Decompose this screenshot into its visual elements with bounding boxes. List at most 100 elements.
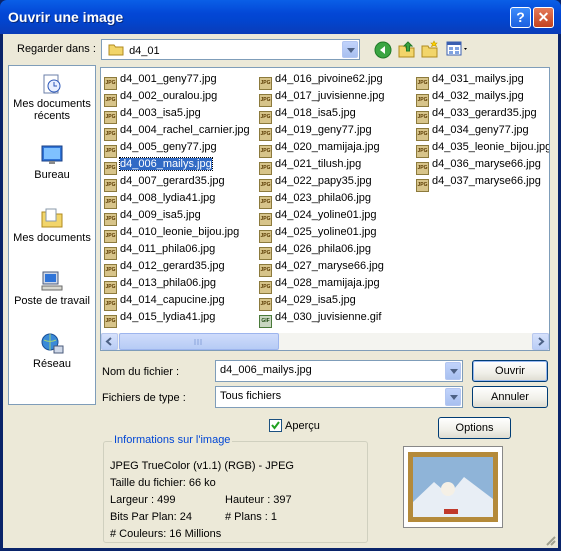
options-button[interactable]: Options <box>438 417 511 439</box>
file-item[interactable]: JPG d4_020_mamijaja.jpg <box>259 139 380 158</box>
filename-input[interactable]: d4_006_mailys.jpg <box>215 360 463 382</box>
file-item[interactable]: JPG d4_027_maryse66.jpg <box>259 258 384 277</box>
file-item[interactable]: JPG d4_014_capucine.jpg <box>104 292 225 311</box>
place-label: Mes documents récents <box>13 98 91 122</box>
file-name: d4_007_gerard35.jpg <box>120 175 225 187</box>
cancel-button[interactable]: Annuler <box>472 386 548 408</box>
place-recent-documents[interactable]: Mes documents récents <box>9 72 95 122</box>
file-item[interactable]: JPG d4_013_phila06.jpg <box>104 275 216 294</box>
place-my-documents[interactable]: Mes documents <box>9 206 95 244</box>
my-computer-icon <box>41 271 63 291</box>
file-item[interactable]: JPG d4_025_yoline01.jpg <box>259 224 377 243</box>
title-bar[interactable]: Ouvrir une image ? ✕ <box>0 0 561 34</box>
file-name: d4_005_geny77.jpg <box>120 141 217 153</box>
file-item[interactable]: JPG d4_019_geny77.jpg <box>259 122 372 141</box>
new-folder-icon[interactable] <box>421 40 439 58</box>
file-item[interactable]: JPG d4_021_tilush.jpg <box>259 156 362 175</box>
file-item[interactable]: JPG d4_007_gerard35.jpg <box>104 173 225 192</box>
up-folder-icon[interactable] <box>398 40 416 58</box>
back-arrow-icon[interactable] <box>374 41 392 59</box>
file-item[interactable]: JPG d4_026_phila06.jpg <box>259 241 371 260</box>
network-icon <box>41 333 64 354</box>
file-name: d4_021_tilush.jpg <box>275 158 362 170</box>
file-item[interactable]: JPG d4_010_leonie_bijou.jpg <box>104 224 239 243</box>
file-item[interactable]: JPG d4_001_geny77.jpg <box>104 71 217 90</box>
file-name: d4_030_juvisienne.gif <box>275 311 382 323</box>
file-item[interactable]: JPG d4_037_maryse66.jpg <box>416 173 541 192</box>
info-planes: # Plans : 1 <box>225 511 277 523</box>
file-item[interactable]: JPG d4_012_gerard35.jpg <box>104 258 225 277</box>
file-item[interactable]: JPG d4_002_ouralou.jpg <box>104 88 217 107</box>
file-item[interactable]: JPG d4_018_isa5.jpg <box>259 105 356 124</box>
filename-dropdown-arrow[interactable] <box>445 362 461 380</box>
file-item[interactable]: JPG d4_029_isa5.jpg <box>259 292 356 311</box>
file-name: d4_015_lydia41.jpg <box>120 311 216 323</box>
file-item[interactable]: JPG d4_032_mailys.jpg <box>416 88 524 107</box>
file-item[interactable]: JPG d4_022_papy35.jpg <box>259 173 372 192</box>
scroll-left-button[interactable] <box>101 333 118 350</box>
file-item[interactable]: JPG d4_028_mamijaja.jpg <box>259 275 380 294</box>
info-format: JPEG TrueColor (v1.1) (RGB) - JPEG <box>110 460 294 472</box>
chevron-left-icon <box>105 337 112 346</box>
filetype-select[interactable]: Tous fichiers <box>215 386 463 408</box>
horizontal-scrollbar[interactable] <box>101 333 549 350</box>
file-name: d4_019_geny77.jpg <box>275 124 372 136</box>
info-file-size: Taille du fichier: 66 ko <box>110 477 216 489</box>
file-item[interactable]: JPG d4_009_isa5.jpg <box>104 207 201 226</box>
help-button[interactable]: ? <box>510 7 531 28</box>
file-item[interactable]: GIF d4_030_juvisienne.gif <box>259 309 382 328</box>
view-menu-icon[interactable] <box>446 41 470 57</box>
file-item[interactable]: JPG d4_016_pivoine62.jpg <box>259 71 383 90</box>
file-name: d4_016_pivoine62.jpg <box>275 73 383 85</box>
lookin-combo[interactable]: d4_01 <box>101 39 360 60</box>
info-legend: Informations sur l'image <box>112 434 233 446</box>
file-name: d4_001_geny77.jpg <box>120 73 217 85</box>
file-item[interactable]: JPG d4_033_gerard35.jpg <box>416 105 537 124</box>
dialog-body: Regarder dans : d4_01 Mes documents réce… <box>3 34 558 548</box>
scroll-right-button[interactable] <box>532 333 549 350</box>
file-name: d4_008_lydia41.jpg <box>120 192 216 204</box>
resize-grip-icon[interactable] <box>544 534 556 546</box>
file-item[interactable]: JPG d4_036_maryse66.jpg <box>416 156 541 175</box>
file-item[interactable]: JPG d4_015_lydia41.jpg <box>104 309 216 328</box>
file-item[interactable]: JPG d4_006_mailys.jpg <box>104 156 213 175</box>
file-item[interactable]: JPG d4_011_phila06.jpg <box>104 241 216 260</box>
file-item[interactable]: JPG d4_023_phila06.jpg <box>259 190 371 209</box>
file-item[interactable]: JPG d4_031_mailys.jpg <box>416 71 524 90</box>
file-name: d4_004_rachel_carnier.jpg <box>120 124 250 136</box>
place-desktop[interactable]: Bureau <box>9 143 95 181</box>
file-list[interactable]: JPG d4_001_geny77.jpg JPG d4_002_ouralou.jp… <box>100 67 550 351</box>
file-name: d4_011_phila06.jpg <box>120 243 216 255</box>
info-colors: # Couleurs: 16 Millions <box>110 528 222 540</box>
scroll-thumb[interactable] <box>119 333 279 350</box>
open-button[interactable]: Ouvrir <box>472 360 548 382</box>
place-label: Mes documents <box>13 232 91 244</box>
checkmark-icon <box>271 421 280 430</box>
lookin-dropdown-arrow[interactable] <box>342 41 358 58</box>
open-image-dialog: Ouvrir une image ? ✕ Regarder dans : d4_… <box>0 0 561 551</box>
window-title: Ouvrir une image <box>8 9 124 25</box>
file-name: d4_033_gerard35.jpg <box>432 107 537 119</box>
file-item[interactable]: JPG d4_005_geny77.jpg <box>104 139 217 158</box>
close-button[interactable]: ✕ <box>533 7 554 28</box>
image-preview <box>403 446 503 528</box>
file-item[interactable]: JPG d4_008_lydia41.jpg <box>104 190 216 209</box>
preview-label: Aperçu <box>285 420 320 432</box>
place-network[interactable]: Réseau <box>9 332 95 370</box>
file-item[interactable]: JPG d4_034_geny77.jpg <box>416 122 529 141</box>
preview-checkbox[interactable] <box>269 419 282 432</box>
file-item[interactable]: JPG d4_024_yoline01.jpg <box>259 207 377 226</box>
file-name: d4_028_mamijaja.jpg <box>275 277 380 289</box>
file-item[interactable]: JPG d4_017_juvisienne.jpg <box>259 88 384 107</box>
info-bits: Bits Par Plan: 24 <box>110 511 192 523</box>
file-name: d4_031_mailys.jpg <box>432 73 524 85</box>
file-name: d4_024_yoline01.jpg <box>275 209 377 221</box>
file-name: d4_032_mailys.jpg <box>432 90 524 102</box>
file-name: d4_025_yoline01.jpg <box>275 226 377 238</box>
file-name: d4_003_isa5.jpg <box>120 107 201 119</box>
file-item[interactable]: JPG d4_035_leonie_bijou.jpg <box>416 139 549 158</box>
file-item[interactable]: JPG d4_004_rachel_carnier.jpg <box>104 122 250 141</box>
place-my-computer[interactable]: Poste de travail <box>9 269 95 307</box>
filetype-dropdown-arrow[interactable] <box>445 388 461 406</box>
file-item[interactable]: JPG d4_003_isa5.jpg <box>104 105 201 124</box>
